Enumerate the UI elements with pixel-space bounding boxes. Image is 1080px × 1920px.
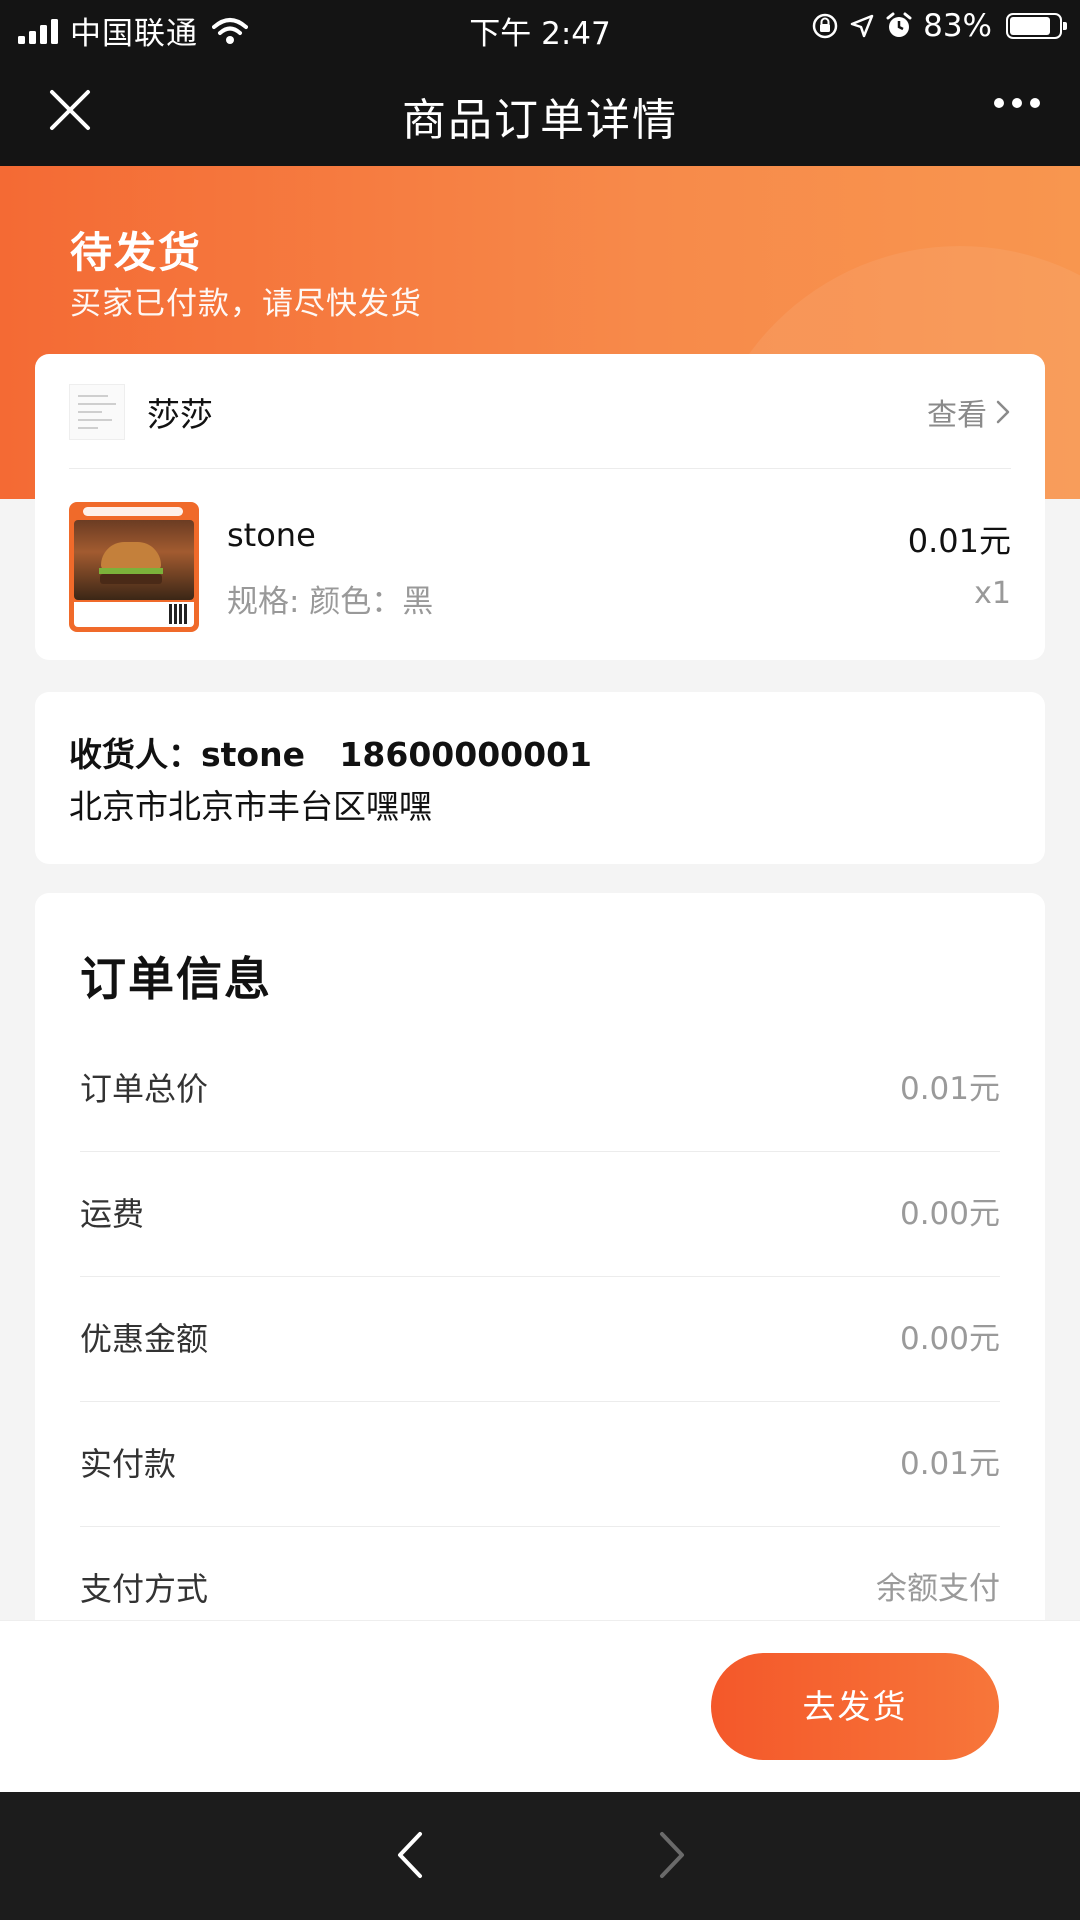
product-card: 莎莎 查看 stone 规格: 颜色：黑 0.01元 x1	[35, 354, 1045, 660]
product-price: 0.01元	[907, 522, 1011, 560]
info-row-total: 订单总价 0.01元	[80, 1027, 1000, 1152]
ship-button[interactable]: 去发货	[711, 1653, 999, 1760]
info-value: 0.01元	[899, 1071, 1000, 1107]
info-value: 0.00元	[899, 1321, 1000, 1357]
product-image[interactable]	[69, 502, 199, 632]
info-label: 运费	[80, 1195, 145, 1233]
info-value: 0.01元	[899, 1446, 1000, 1482]
info-value: 0.00元	[899, 1196, 1000, 1232]
address-card: 收货人：stone 18600000001 北京市北京市丰台区嘿嘿	[35, 692, 1045, 864]
info-row-paid: 实付款 0.01元	[80, 1402, 1000, 1527]
receiver-info: 收货人：stone 18600000001	[69, 735, 593, 774]
order-status-subtitle: 买家已付款，请尽快发货	[70, 286, 422, 322]
view-label: 查看	[927, 398, 987, 433]
alarm-icon	[886, 12, 912, 37]
order-info-card: 订单信息 订单总价 0.01元 运费 0.00元 优惠金额 0.00元 实付款 …	[35, 893, 1045, 1693]
shipping-address: 北京市北京市丰台区嘿嘿	[69, 787, 432, 826]
browser-toolbar	[0, 1792, 1080, 1920]
order-info-title: 订单信息	[80, 952, 272, 1006]
info-row-discount: 优惠金额 0.00元	[80, 1277, 1000, 1402]
orientation-lock-icon	[812, 13, 838, 39]
product-quantity: x1	[974, 576, 1011, 611]
info-label: 实付款	[80, 1445, 177, 1483]
battery-icon	[1006, 13, 1067, 39]
product-name: stone	[227, 516, 316, 554]
order-status-title: 待发货	[70, 228, 203, 277]
shop-row[interactable]: 莎莎 查看	[35, 354, 1045, 469]
divider	[69, 468, 1011, 469]
info-label: 订单总价	[80, 1070, 209, 1108]
view-shop-link[interactable]: 查看	[927, 390, 1011, 434]
back-arrow-icon[interactable]	[390, 1828, 430, 1882]
info-label: 优惠金额	[80, 1320, 209, 1358]
location-icon	[850, 14, 874, 38]
forward-arrow-icon[interactable]	[652, 1828, 692, 1882]
shop-avatar	[69, 384, 125, 440]
action-bar: 去发货	[0, 1620, 1080, 1792]
product-spec: 规格: 颜色：黑	[227, 584, 434, 620]
chevron-right-icon	[996, 400, 1010, 424]
shop-name: 莎莎	[147, 395, 213, 434]
battery-percent: 83%	[923, 8, 992, 44]
page-title: 商品订单详情	[402, 95, 678, 146]
nav-bar: 商品订单详情	[0, 54, 1080, 166]
more-icon[interactable]	[994, 98, 1040, 108]
status-bar: 中国联通 下午 2:47 83%	[0, 0, 1080, 54]
info-row-shipping: 运费 0.00元	[80, 1152, 1000, 1277]
